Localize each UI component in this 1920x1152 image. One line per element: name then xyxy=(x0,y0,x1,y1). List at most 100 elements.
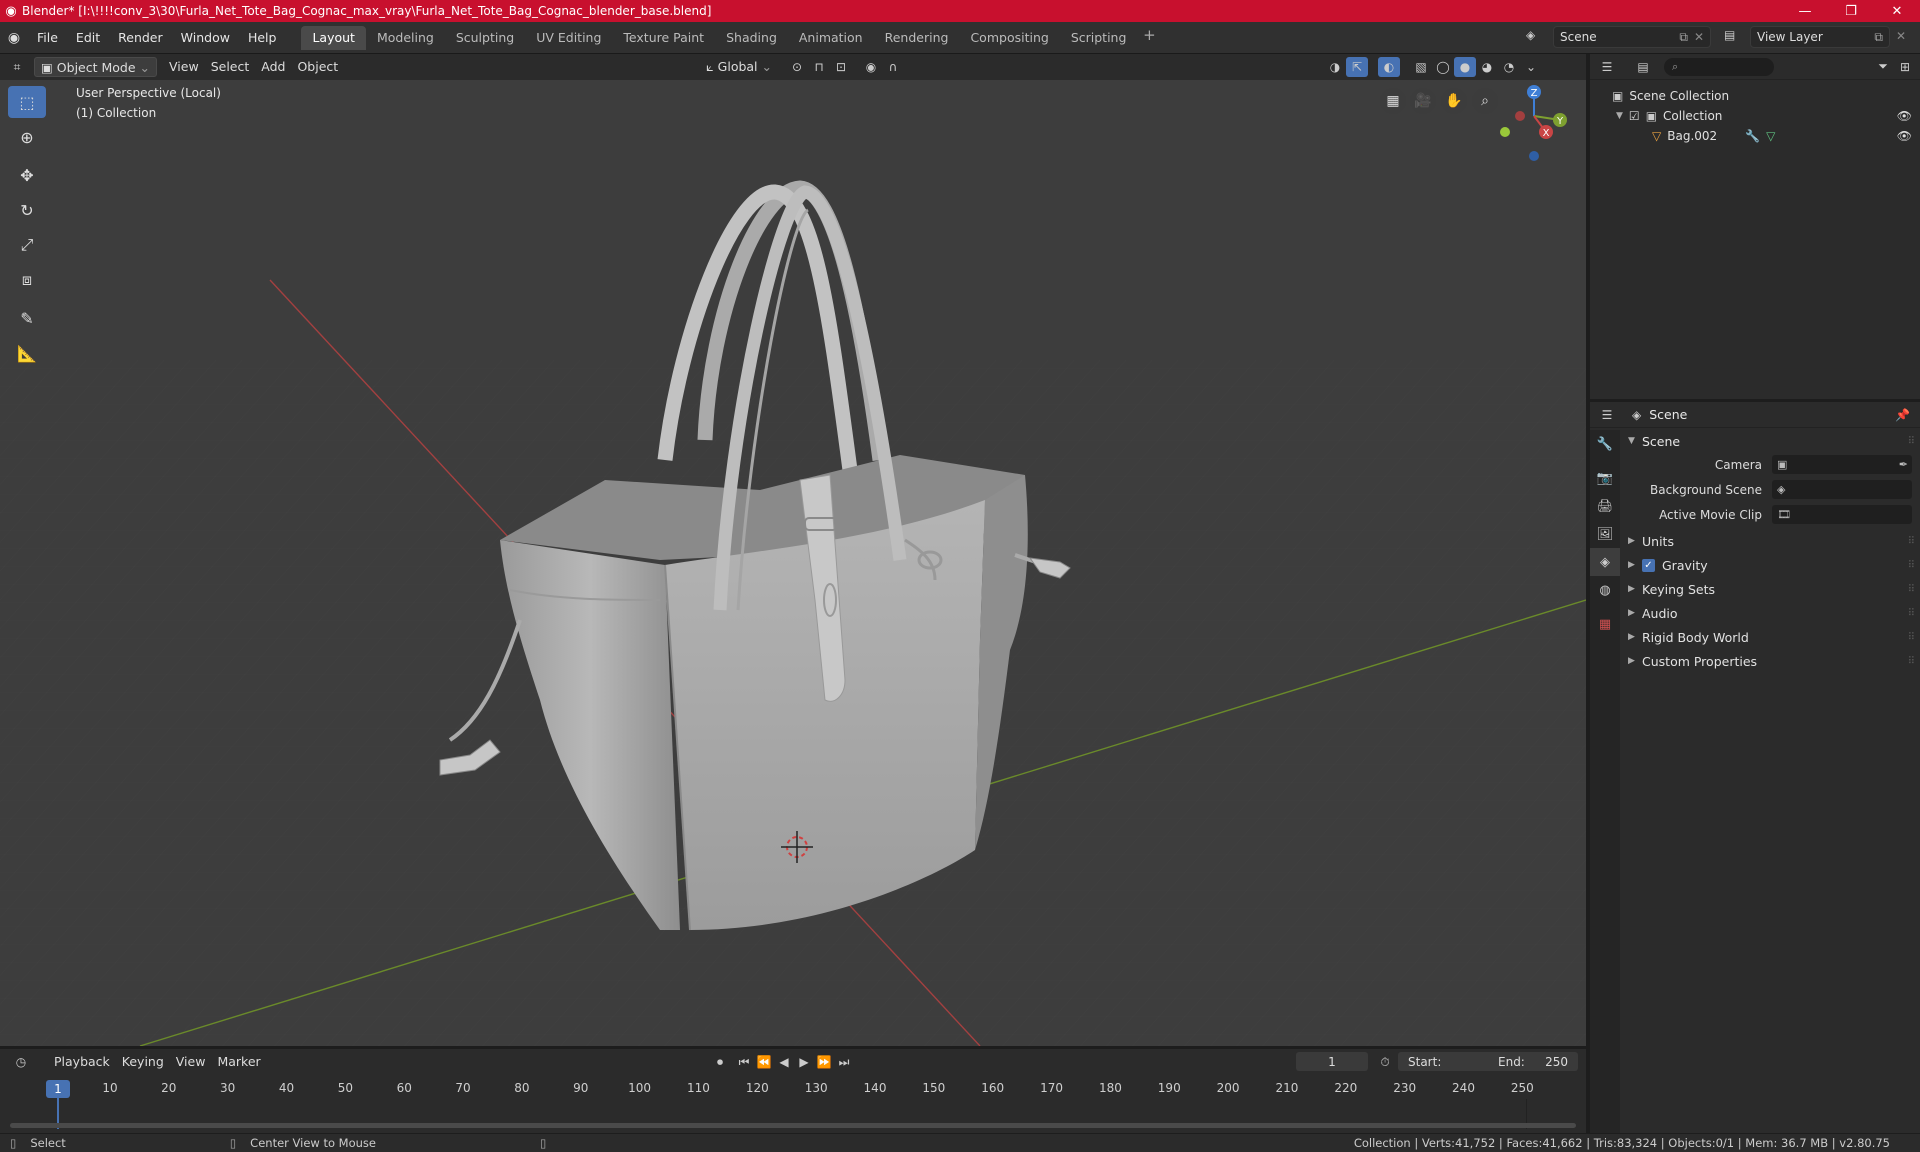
jump-start-icon[interactable]: ⏮ xyxy=(733,1052,755,1072)
transform-orientation-dropdown[interactable]: ⟀ Global ⌄ xyxy=(700,57,778,77)
record-icon[interactable]: ⏺ xyxy=(709,1052,731,1072)
material-shading-icon[interactable]: ◕ xyxy=(1476,57,1498,77)
drag-handle-icon[interactable]: ⠿ xyxy=(1908,560,1915,571)
xray-toggle-icon[interactable]: ▧ xyxy=(1410,57,1432,77)
collection-checkbox-icon[interactable]: ☑ xyxy=(1629,109,1640,123)
view-layer-selector[interactable]: View Layer ⧉ xyxy=(1750,26,1890,48)
transform-tool-icon[interactable]: ⧈ xyxy=(8,264,46,296)
mesh-data-icon[interactable]: ▽ xyxy=(1766,129,1775,143)
audio-section[interactable]: ▶ Audio ⠿ xyxy=(1622,601,1920,625)
gravity-checkbox[interactable]: ✓ xyxy=(1642,558,1655,572)
view-layer-icon[interactable]: ▤ xyxy=(1724,28,1735,42)
drag-handle-icon[interactable]: ⠿ xyxy=(1908,632,1915,643)
tab-texture-paint[interactable]: Texture Paint xyxy=(612,26,715,50)
tab-shading[interactable]: Shading xyxy=(715,26,788,50)
tab-compositing[interactable]: Compositing xyxy=(959,26,1059,50)
timeline-editor-type-icon[interactable]: ◷ xyxy=(10,1052,32,1072)
properties-editor-type-icon[interactable]: ☰ xyxy=(1596,405,1618,425)
drag-handle-icon[interactable]: ⠿ xyxy=(1908,608,1915,619)
neg-x-axis-handle[interactable] xyxy=(1515,111,1525,121)
new-collection-icon[interactable]: ⊞ xyxy=(1894,57,1916,77)
tab-rendering[interactable]: Rendering xyxy=(874,26,960,50)
camera-view-icon[interactable]: 🎥 xyxy=(1410,88,1436,114)
menu-edit[interactable]: Edit xyxy=(67,26,109,50)
play-reverse-icon[interactable]: ◀ xyxy=(773,1052,795,1072)
falloff-icon[interactable]: ∩ xyxy=(882,57,904,77)
copy-scene-icon[interactable]: ⧉ xyxy=(1679,30,1688,45)
outliner-search-input[interactable]: ⌕ xyxy=(1664,57,1774,76)
playhead-frame-marker[interactable]: 1 xyxy=(46,1080,70,1098)
display-mode-icon[interactable]: ▤ xyxy=(1632,57,1654,77)
move-tool-icon[interactable]: ✥ xyxy=(8,159,46,191)
menu-object[interactable]: Object xyxy=(291,57,344,77)
menu-file[interactable]: File xyxy=(28,26,67,50)
rotate-tool-icon[interactable]: ↻ xyxy=(8,194,46,226)
shading-options-icon[interactable]: ⌄ xyxy=(1520,57,1542,77)
select-box-tool-icon[interactable]: ⬚ xyxy=(8,86,46,118)
cursor-tool-icon[interactable]: ⊕ xyxy=(8,121,46,153)
gravity-section[interactable]: ▶ ✓ Gravity ⠿ xyxy=(1622,553,1920,577)
custom-properties-section[interactable]: ▶ Custom Properties ⠿ xyxy=(1622,649,1920,673)
filter-icon[interactable]: ⏷ xyxy=(1872,57,1894,77)
drag-handle-icon[interactable]: ⠿ xyxy=(1908,656,1915,667)
pivot-point-icon[interactable]: ⊙ xyxy=(786,57,808,77)
annotate-tool-icon[interactable]: ✎ xyxy=(8,302,46,334)
pan-view-icon[interactable]: ✋ xyxy=(1441,88,1467,114)
active-movie-clip-field[interactable]: 🎞 xyxy=(1772,505,1912,524)
menu-window[interactable]: Window xyxy=(172,26,239,50)
editor-type-icon[interactable]: ⌗ xyxy=(6,57,28,77)
current-frame-input[interactable]: 1 xyxy=(1296,1052,1368,1071)
units-section[interactable]: ▶ Units ⠿ xyxy=(1622,529,1920,553)
close-button[interactable]: ✕ xyxy=(1874,0,1920,22)
menu-marker[interactable]: Marker xyxy=(211,1052,266,1072)
3d-viewport[interactable]: Z Y X User Perspective (Local) (1) Colle… xyxy=(0,80,1586,1046)
output-tab-icon[interactable]: 🖨 xyxy=(1590,492,1620,520)
expand-arrow-icon[interactable]: ▼ xyxy=(1616,111,1623,121)
outliner-row-bag[interactable]: ▽ Bag.002 🔧 ▽ 👁 xyxy=(1590,126,1920,146)
copy-view-layer-icon[interactable]: ⧉ xyxy=(1874,30,1883,45)
next-keyframe-icon[interactable]: ⏩ xyxy=(813,1052,835,1072)
scene-selector[interactable]: Scene ⧉ ✕ xyxy=(1553,26,1711,48)
toggle-camera-ortho-icon[interactable]: ▦ xyxy=(1380,88,1406,114)
gizmo-toggle-icon[interactable]: ⇱ xyxy=(1346,57,1368,77)
tab-sculpting[interactable]: Sculpting xyxy=(445,26,525,50)
modifier-wrench-icon[interactable]: 🔧 xyxy=(1745,129,1760,143)
drag-handle-icon[interactable]: ⠿ xyxy=(1908,436,1915,447)
timeline-scrollbar[interactable] xyxy=(10,1123,1576,1128)
remove-scene-icon[interactable]: ✕ xyxy=(1694,30,1704,44)
measure-tool-icon[interactable]: 📐 xyxy=(8,337,46,369)
frame-ruler[interactable]: 10 20 30 40 50 60 70 80 90 100 110 120 130 140 150 160 1… xyxy=(0,1079,1586,1099)
eyedropper-icon[interactable]: ✒ xyxy=(1899,458,1908,471)
minimize-button[interactable]: — xyxy=(1782,0,1828,22)
visibility-filter-icon[interactable]: ◑ xyxy=(1324,57,1346,77)
snap-target-icon[interactable]: ⊡ xyxy=(830,57,852,77)
proportional-editing-icon[interactable]: ◉ xyxy=(860,57,882,77)
mode-dropdown[interactable]: ▣ Object Mode ⌄ xyxy=(34,57,158,77)
rigid-body-world-section[interactable]: ▶ Rigid Body World ⠿ xyxy=(1622,625,1920,649)
rendered-shading-icon[interactable]: ◔ xyxy=(1498,57,1520,77)
outliner-editor-type-icon[interactable]: ☰ xyxy=(1596,57,1618,77)
drag-handle-icon[interactable]: ⠿ xyxy=(1908,584,1915,595)
wireframe-shading-icon[interactable]: ◯ xyxy=(1432,57,1454,77)
blender-menu-icon[interactable]: ◉ xyxy=(0,30,28,46)
scale-tool-icon[interactable]: ⤢ xyxy=(8,229,46,261)
play-icon[interactable]: ▶ xyxy=(793,1052,815,1072)
outliner-row-collection[interactable]: ▼ ☑ ▣ Collection 👁 xyxy=(1590,106,1920,126)
menu-help[interactable]: Help xyxy=(239,26,286,50)
pin-icon[interactable]: 📌 xyxy=(1895,408,1910,422)
menu-add[interactable]: Add xyxy=(255,57,291,77)
visibility-eye-icon[interactable]: 👁 xyxy=(1897,109,1912,123)
outliner-row-scene-collection[interactable]: ▣ Scene Collection xyxy=(1590,86,1920,106)
snap-icon[interactable]: ⊓ xyxy=(808,57,830,77)
tab-animation[interactable]: Animation xyxy=(788,26,874,50)
jump-end-icon[interactable]: ⏭ xyxy=(833,1052,855,1072)
visibility-eye-icon[interactable]: 👁 xyxy=(1897,129,1912,143)
render-tab-icon[interactable]: 📷 xyxy=(1590,464,1620,492)
maximize-button[interactable]: ❐ xyxy=(1828,0,1874,22)
keying-sets-section[interactable]: ▶ Keying Sets ⠿ xyxy=(1622,577,1920,601)
add-workspace-icon[interactable]: + xyxy=(1137,26,1161,50)
view-layer-tab-icon[interactable]: 🖼 xyxy=(1590,520,1620,548)
tab-uv-editing[interactable]: UV Editing xyxy=(525,26,612,50)
scene-panel-header[interactable]: ▼ Scene ⠿ xyxy=(1622,430,1920,452)
drag-handle-icon[interactable]: ⠿ xyxy=(1908,536,1915,547)
